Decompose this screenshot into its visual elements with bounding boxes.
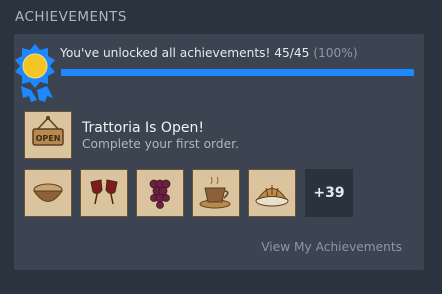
medal-icon xyxy=(11,40,65,106)
unlock-percent: (100%) xyxy=(313,46,358,60)
progress-bar xyxy=(61,69,414,76)
bread-bowl-icon[interactable] xyxy=(24,169,72,217)
unlock-summary: You've unlocked all achievements! 45/45 … xyxy=(60,46,358,60)
achievement-description: Complete your first order. xyxy=(82,137,239,151)
achievement-title: Trattoria Is Open! xyxy=(82,120,204,136)
svg-text:OPEN: OPEN xyxy=(36,134,61,143)
progress-fill xyxy=(61,69,414,76)
unlock-message: You've unlocked all achievements! xyxy=(60,46,271,60)
unlock-count: 45/45 xyxy=(274,46,310,60)
croissant-icon[interactable] xyxy=(248,169,296,217)
coffee-cup-icon[interactable] xyxy=(192,169,240,217)
section-title: ACHIEVEMENTS xyxy=(15,9,127,25)
view-achievements-link[interactable]: View My Achievements xyxy=(261,240,402,254)
more-achievements-count[interactable]: +39 xyxy=(305,169,353,217)
grapes-icon[interactable] xyxy=(136,169,184,217)
wine-glasses-icon[interactable] xyxy=(80,169,128,217)
achievements-panel: You've unlocked all achievements! 45/45 … xyxy=(14,34,424,270)
open-sign-icon[interactable]: OPEN xyxy=(24,111,72,159)
